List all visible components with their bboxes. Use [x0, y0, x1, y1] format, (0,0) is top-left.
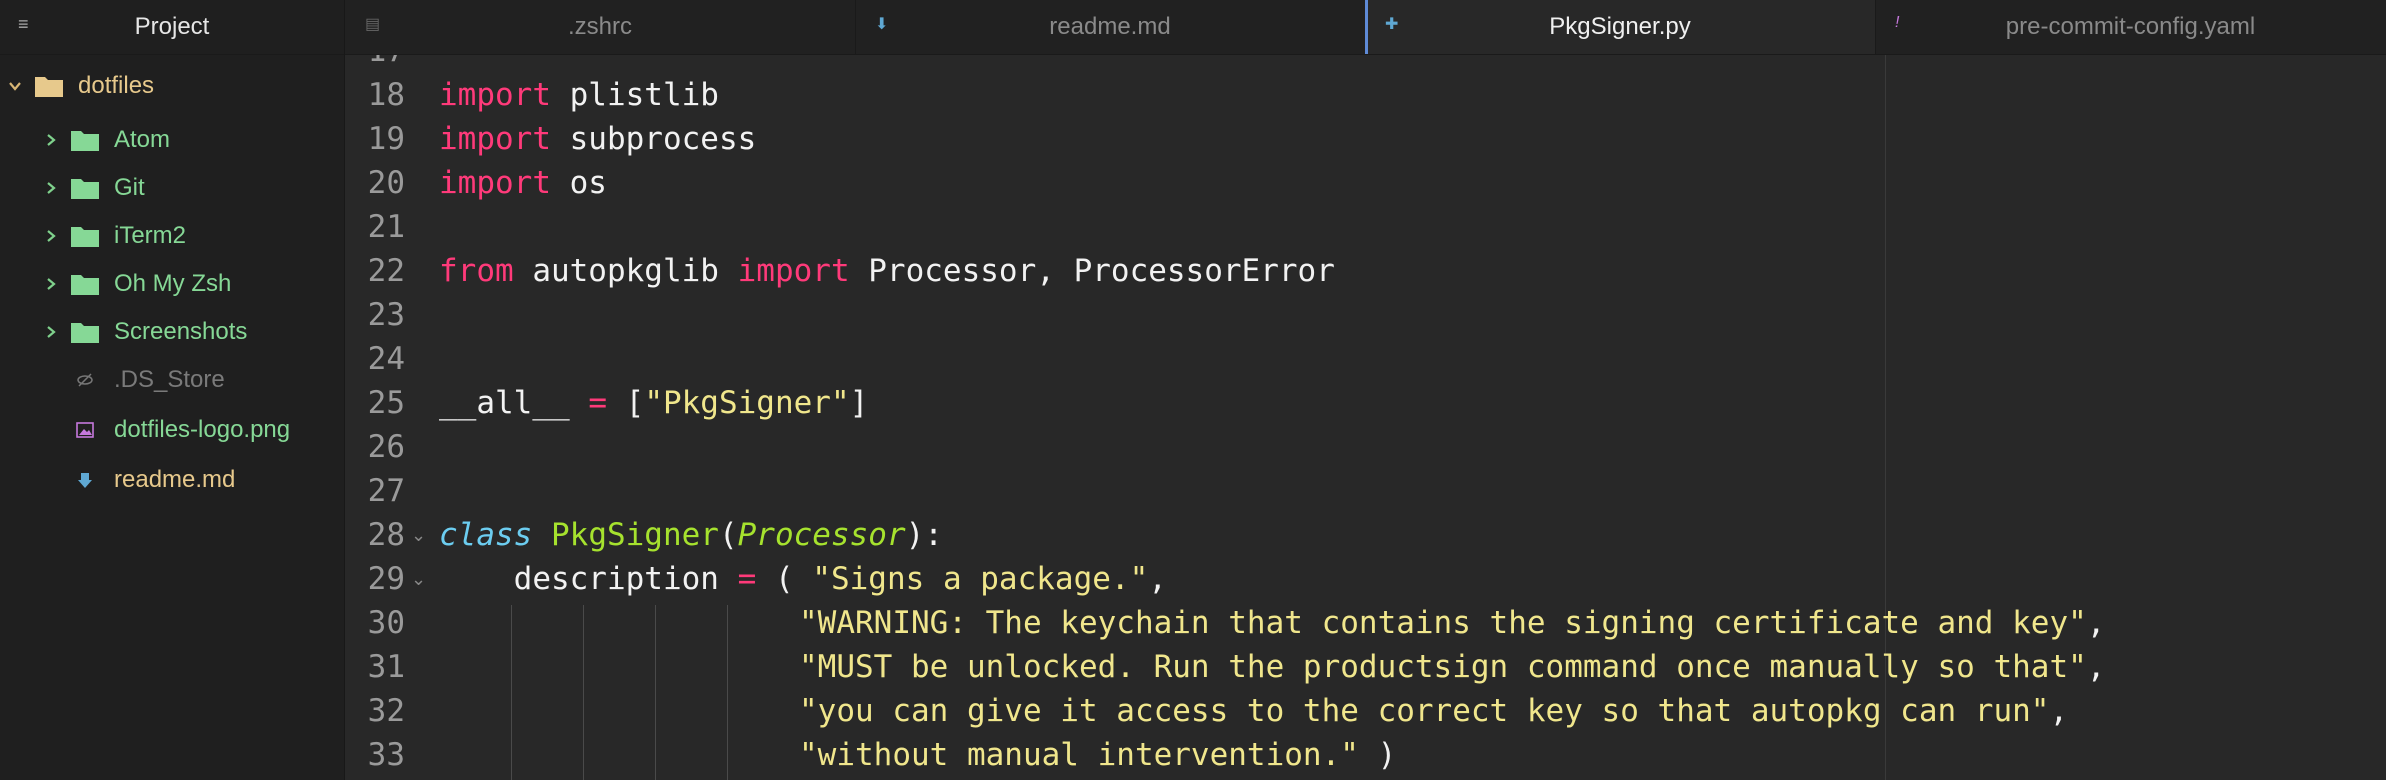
tree-label: Atom	[114, 126, 171, 153]
tree-item-iterm2[interactable]: iTerm2	[44, 216, 186, 256]
tree-label: .DS_Store	[114, 366, 225, 393]
sidebar-header: ≡ Project	[0, 0, 344, 55]
line-number: 20	[367, 165, 405, 201]
tree-item-dotfiles-logo[interactable]: dotfiles-logo.png	[76, 410, 290, 450]
line-number: 27	[367, 473, 405, 509]
code-line-32: "you can give it access to the correct k…	[799, 693, 2069, 729]
tree-label: Oh My Zsh	[114, 270, 232, 297]
line-number: 18	[367, 77, 405, 113]
folder-icon	[35, 77, 63, 97]
code-line-22: from autopkglib import Processor, Proces…	[439, 253, 1335, 289]
tree-item-screenshots[interactable]: Screenshots	[44, 312, 247, 352]
tree-label: dotfiles-logo.png	[114, 416, 291, 443]
tree-item-atom[interactable]: Atom	[44, 120, 170, 160]
chevron-right-icon	[47, 134, 56, 146]
folder-icon	[71, 227, 99, 247]
tab-zshrc[interactable]: ▤ .zshrc	[345, 0, 856, 54]
fold-chevron-icon[interactable]: ⌄	[411, 525, 426, 546]
line-number: 32	[367, 693, 405, 729]
tab-pre-commit[interactable]: ! pre-commit-config.yaml	[1875, 0, 2386, 54]
markdown-icon	[78, 473, 92, 488]
tree-item-ds-store[interactable]: .DS_Store	[76, 360, 225, 400]
tree-label: Git	[114, 174, 145, 201]
line-number: 26	[367, 429, 405, 465]
python-icon: ✚	[1385, 16, 1399, 33]
indent-guide	[511, 605, 512, 780]
sidebar-title: Project	[134, 13, 210, 40]
tab-label: readme.md	[1049, 13, 1171, 40]
chevron-right-icon	[47, 230, 56, 242]
tab-label: PkgSigner.py	[1549, 13, 1691, 40]
yaml-icon: !	[1895, 14, 1900, 31]
code-line-29: description = ( "Signs a package.",	[439, 561, 1167, 597]
tree-item-readme[interactable]: readme.md	[76, 460, 235, 500]
line-number: 23	[367, 297, 405, 333]
menu-icon[interactable]: ≡	[18, 14, 29, 35]
markdown-icon: ⬇	[875, 16, 889, 33]
tree-label: iTerm2	[114, 222, 187, 249]
tree-label: dotfiles	[78, 72, 155, 99]
code-line-31: "MUST be unlocked. Run the productsign c…	[799, 649, 2106, 685]
chevron-right-icon	[47, 278, 56, 290]
line-number: 31	[367, 649, 405, 685]
chevron-right-icon	[47, 182, 56, 194]
code-line-25: __all__ = ["PkgSigner"]	[439, 385, 869, 421]
line-number: 29	[367, 561, 405, 597]
code-line-20: import os	[439, 165, 607, 201]
indent-guide	[655, 605, 656, 780]
line-number: 17	[345, 55, 405, 69]
project-sidebar: ≡ Project dotfiles Atom Git iTerm2 Oh My…	[0, 0, 345, 780]
code-line-28: class PkgSigner(Processor):	[439, 517, 943, 553]
file-icon: ▤	[365, 16, 381, 33]
line-number: 24	[367, 341, 405, 377]
folder-icon	[71, 131, 99, 151]
tree-root-dotfiles[interactable]: dotfiles	[8, 66, 154, 106]
indent-guide	[727, 605, 728, 780]
tree-item-oh-my-zsh[interactable]: Oh My Zsh	[44, 264, 231, 304]
line-number: 22	[367, 253, 405, 289]
tree-label: readme.md	[114, 466, 236, 493]
tab-label: pre-commit-config.yaml	[2005, 13, 2256, 40]
chevron-right-icon	[47, 326, 56, 338]
line-number: 19	[367, 121, 405, 157]
chevron-down-icon	[9, 82, 21, 91]
tab-pkgsigner[interactable]: ✚ PkgSigner.py	[1365, 0, 1876, 54]
code-editor[interactable]: 17 18 19 20 21 22 23 24 25 26 27 28 29 3…	[345, 55, 2386, 780]
folder-icon	[71, 323, 99, 343]
tab-readme[interactable]: ⬇ readme.md	[855, 0, 1366, 54]
code-line-18: import plistlib	[439, 77, 719, 113]
indent-guide	[583, 605, 584, 780]
line-number: 21	[367, 209, 405, 245]
tree-item-git[interactable]: Git	[44, 168, 145, 208]
folder-icon	[71, 275, 99, 295]
folder-icon	[71, 179, 99, 199]
code-line-19: import subprocess	[439, 121, 757, 157]
line-number: 30	[367, 605, 405, 641]
line-number: 28	[367, 517, 405, 553]
tab-bar: ▤ .zshrc ⬇ readme.md ✚ PkgSigner.py ! pr…	[345, 0, 2386, 55]
tab-label: .zshrc	[567, 13, 632, 40]
eye-slash-icon	[77, 373, 93, 387]
fold-chevron-icon[interactable]: ⌄	[411, 569, 426, 590]
line-number: 33	[367, 737, 405, 773]
line-number: 25	[367, 385, 405, 421]
code-line-33: "without manual intervention." )	[799, 737, 1397, 773]
image-file-icon	[76, 422, 94, 438]
tree-label: Screenshots	[114, 318, 248, 345]
code-line-30: "WARNING: The keychain that contains the…	[799, 605, 2106, 641]
